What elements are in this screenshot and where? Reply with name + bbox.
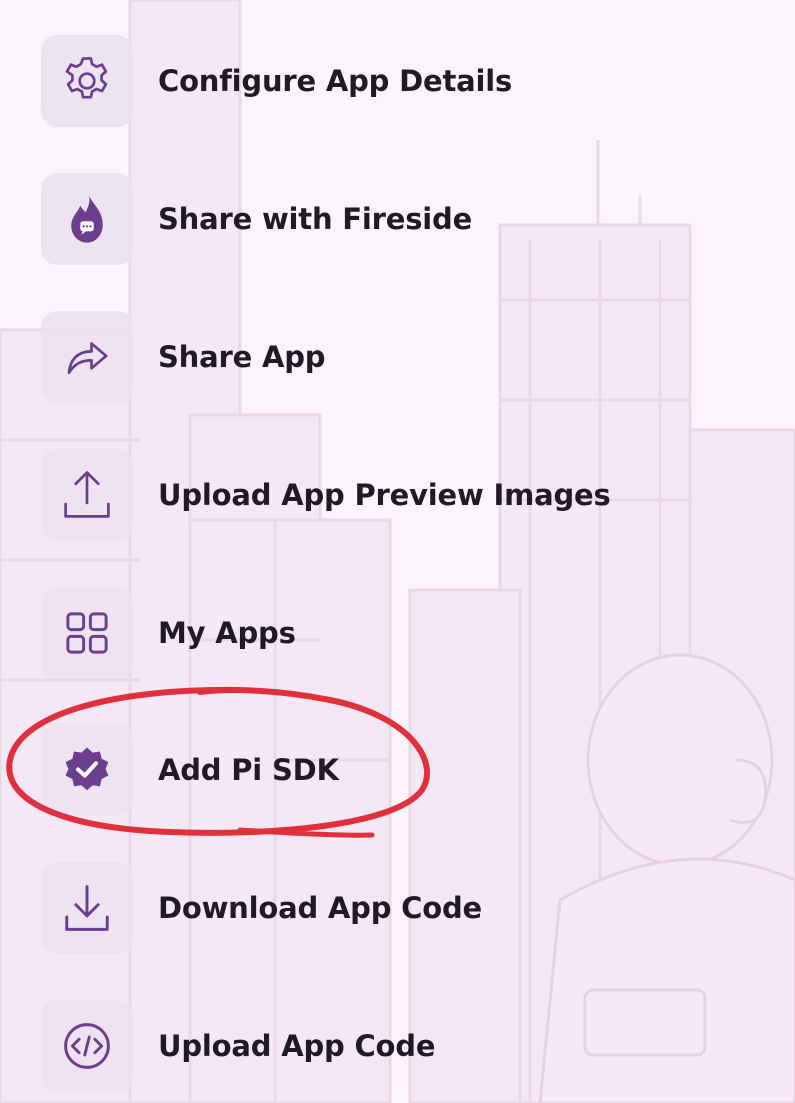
menu-item-configure-app-details[interactable]: Configure App Details: [41, 35, 512, 127]
menu-item-upload-app-preview-images[interactable]: Upload App Preview Images: [41, 449, 611, 541]
verified-badge-icon: [65, 747, 109, 791]
fireside-flame-icon: [71, 195, 103, 243]
icon-tile: [41, 1000, 133, 1092]
menu-item-my-apps[interactable]: My Apps: [41, 587, 296, 679]
icon-tile: [41, 724, 133, 816]
menu-item-label: Download App Code: [158, 891, 483, 925]
download-icon: [65, 885, 109, 931]
menu-item-share-with-fireside[interactable]: Share with Fireside: [41, 173, 472, 265]
code-icon: [64, 1023, 110, 1069]
gear-icon: [65, 57, 108, 99]
menu-item-label: My Apps: [158, 616, 296, 650]
menu-item-upload-app-code[interactable]: Upload App Code: [41, 1000, 435, 1092]
menu-item-label: Share App: [158, 340, 326, 374]
menu-item-label: Add Pi SDK: [158, 753, 339, 787]
share-arrow-icon: [67, 342, 108, 375]
app-actions-menu: Configure App Details Share with Firesid…: [0, 0, 795, 1103]
icon-tile: [41, 35, 133, 127]
menu-item-add-pi-sdk[interactable]: Add Pi SDK: [41, 724, 339, 816]
menu-item-label: Share with Fireside: [158, 202, 473, 236]
menu-item-label: Upload App Code: [158, 1029, 436, 1063]
icon-tile: [41, 173, 133, 265]
icon-tile: [41, 449, 133, 541]
grid-icon: [66, 612, 108, 654]
icon-tile: [41, 862, 133, 954]
icon-tile: [41, 311, 133, 403]
upload-icon: [64, 471, 110, 518]
menu-item-label: Configure App Details: [158, 64, 513, 98]
menu-item-download-app-code[interactable]: Download App Code: [41, 862, 482, 954]
menu-item-label: Upload App Preview Images: [158, 478, 611, 512]
icon-tile: [41, 587, 133, 679]
menu-item-share-app[interactable]: Share App: [41, 311, 326, 403]
